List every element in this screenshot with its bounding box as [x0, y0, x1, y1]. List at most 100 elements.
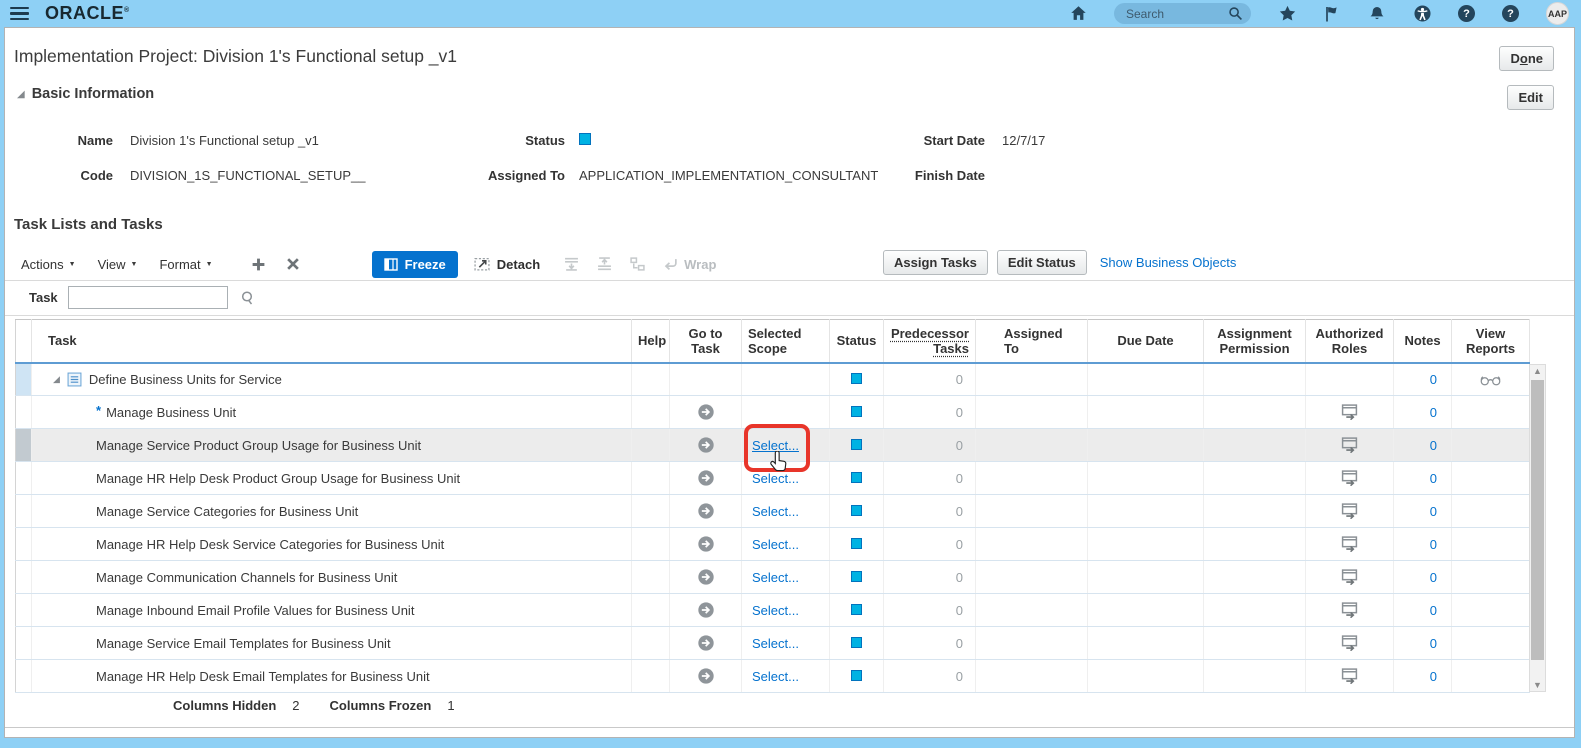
search-icon[interactable]	[1228, 6, 1243, 21]
scrollbar-thumb[interactable]	[1531, 380, 1544, 660]
assignment-icon[interactable]	[1341, 503, 1358, 520]
column-header-status[interactable]: Status	[829, 319, 884, 364]
done-button[interactable]: Done	[1499, 46, 1554, 71]
row-selector[interactable]	[15, 659, 32, 693]
favorites-star-icon[interactable]	[1278, 5, 1296, 23]
view-reports-glasses-icon[interactable]	[1480, 375, 1501, 386]
column-header-predecessor[interactable]: Predecessor Tasks	[883, 319, 976, 364]
go-to-task-arrow-icon[interactable]	[697, 569, 714, 585]
column-header-task[interactable]: Task	[31, 319, 632, 364]
assignment-icon[interactable]	[1341, 470, 1358, 487]
table-row[interactable]: Manage HR Help Desk Product Group Usage …	[15, 461, 1530, 495]
column-header-scope[interactable]: Selected Scope	[741, 319, 830, 364]
watchlist-flag-icon[interactable]	[1323, 5, 1341, 23]
selected-scope-link[interactable]: Select...	[752, 570, 799, 585]
notes-count-link[interactable]: 0	[1393, 527, 1452, 561]
collapse-triangle-icon[interactable]: ◢	[17, 89, 25, 100]
row-selector[interactable]	[15, 461, 32, 495]
go-to-task-arrow-icon[interactable]	[697, 470, 714, 486]
table-row[interactable]: Manage HR Help Desk Email Templates for …	[15, 659, 1530, 693]
go-to-task-arrow-icon[interactable]	[697, 635, 714, 651]
scroll-up-arrow[interactable]: ▲	[1530, 366, 1545, 376]
format-menu[interactable]: Format ▼	[159, 257, 212, 272]
go-to-task-arrow-icon[interactable]	[697, 536, 714, 552]
column-header-assigned[interactable]: Assigned To	[975, 319, 1088, 364]
go-to-task-arrow-icon[interactable]	[697, 602, 714, 618]
notes-count-link[interactable]: 0	[1393, 362, 1452, 396]
notes-count-link[interactable]: 0	[1393, 461, 1452, 495]
edit-button[interactable]: Edit	[1507, 85, 1554, 110]
table-row[interactable]: Manage Service Email Templates for Busin…	[15, 626, 1530, 660]
selected-scope-link[interactable]: Select...	[752, 669, 799, 684]
notes-count-link[interactable]: 0	[1393, 560, 1452, 594]
home-icon[interactable]	[1069, 5, 1087, 23]
row-selector[interactable]	[15, 494, 32, 528]
delete-x-icon[interactable]	[286, 257, 300, 271]
add-icon[interactable]	[251, 257, 266, 272]
selected-scope-link[interactable]: Select...	[752, 504, 799, 519]
assignment-icon[interactable]	[1341, 404, 1358, 421]
go-to-task-arrow-icon[interactable]	[697, 404, 714, 420]
table-scrollbar[interactable]: ▲ ▼	[1529, 364, 1546, 692]
row-selector[interactable]	[15, 428, 32, 462]
filter-search-icon[interactable]	[240, 290, 256, 306]
selected-scope-link[interactable]: Select...	[752, 537, 799, 552]
task-filter-input[interactable]	[67, 286, 228, 309]
table-row[interactable]: * Manage Business Unit 0 0	[15, 395, 1530, 429]
selected-scope-link[interactable]: Select...	[752, 471, 799, 486]
accessibility-icon[interactable]	[1413, 5, 1431, 23]
table-row[interactable]: Manage Service Categories for Business U…	[15, 494, 1530, 528]
assignment-icon[interactable]	[1341, 437, 1358, 454]
table-row[interactable]: Manage HR Help Desk Service Categories f…	[15, 527, 1530, 561]
expand-triangle-icon[interactable]: ◢	[53, 374, 60, 385]
table-row[interactable]: ◢ Define Business Units for Service 0 0	[15, 362, 1530, 396]
show-business-objects-link[interactable]: Show Business Objects	[1100, 255, 1237, 270]
row-selector[interactable]	[15, 527, 32, 561]
assign-tasks-button[interactable]: Assign Tasks	[883, 250, 988, 275]
column-header-help[interactable]: Help	[631, 319, 670, 364]
column-header-reports[interactable]: View Reports	[1451, 319, 1530, 364]
column-header-roles[interactable]: Authorized Roles	[1305, 319, 1394, 364]
selected-scope-link[interactable]: Select...	[752, 438, 799, 453]
row-selector[interactable]	[15, 362, 32, 396]
freeze-button[interactable]: Freeze	[371, 250, 458, 278]
assignment-icon[interactable]	[1341, 569, 1358, 586]
navigator-menu-icon[interactable]	[10, 6, 29, 21]
assignment-icon[interactable]	[1341, 668, 1358, 685]
notifications-bell-icon[interactable]	[1368, 5, 1386, 23]
column-header-notes[interactable]: Notes	[1393, 319, 1452, 364]
row-selector[interactable]	[15, 560, 32, 594]
notes-count-link[interactable]: 0	[1393, 428, 1452, 462]
view-menu[interactable]: View ▼	[98, 257, 138, 272]
go-to-task-arrow-icon[interactable]	[697, 437, 714, 453]
table-row[interactable]: Manage Inbound Email Profile Values for …	[15, 593, 1530, 627]
selected-scope-link[interactable]: Select...	[752, 636, 799, 651]
scroll-down-arrow[interactable]: ▼	[1530, 680, 1545, 690]
notes-count-link[interactable]: 0	[1393, 395, 1452, 429]
help-icon[interactable]	[1458, 5, 1475, 22]
notes-count-link[interactable]: 0	[1393, 626, 1452, 660]
row-selector[interactable]	[15, 395, 32, 429]
assignment-icon[interactable]	[1341, 602, 1358, 619]
selected-scope-link[interactable]: Select...	[752, 603, 799, 618]
help-icon-secondary[interactable]	[1502, 5, 1519, 22]
row-selector[interactable]	[15, 593, 32, 627]
column-header-due[interactable]: Due Date	[1087, 319, 1204, 364]
column-header-goto[interactable]: Go to Task	[669, 319, 742, 364]
edit-status-button[interactable]: Edit Status	[996, 250, 1087, 275]
notes-count-link[interactable]: 0	[1393, 494, 1452, 528]
global-search-input[interactable]: Search	[1114, 3, 1251, 24]
actions-menu[interactable]: Actions ▼	[21, 257, 76, 272]
user-avatar[interactable]: AAP	[1546, 2, 1569, 25]
go-to-task-arrow-icon[interactable]	[697, 668, 714, 684]
assignment-icon[interactable]	[1341, 635, 1358, 652]
go-to-task-arrow-icon[interactable]	[697, 503, 714, 519]
assignment-icon[interactable]	[1341, 536, 1358, 553]
table-row[interactable]: Manage Service Product Group Usage for B…	[15, 424, 1530, 472]
row-selector[interactable]	[15, 626, 32, 660]
notes-count-link[interactable]: 0	[1393, 659, 1452, 693]
column-header-permission[interactable]: Assignment Permission	[1203, 319, 1306, 364]
table-row[interactable]: Manage Communication Channels for Busine…	[15, 560, 1530, 594]
detach-button[interactable]: Detach	[474, 257, 540, 272]
notes-count-link[interactable]: 0	[1393, 593, 1452, 627]
